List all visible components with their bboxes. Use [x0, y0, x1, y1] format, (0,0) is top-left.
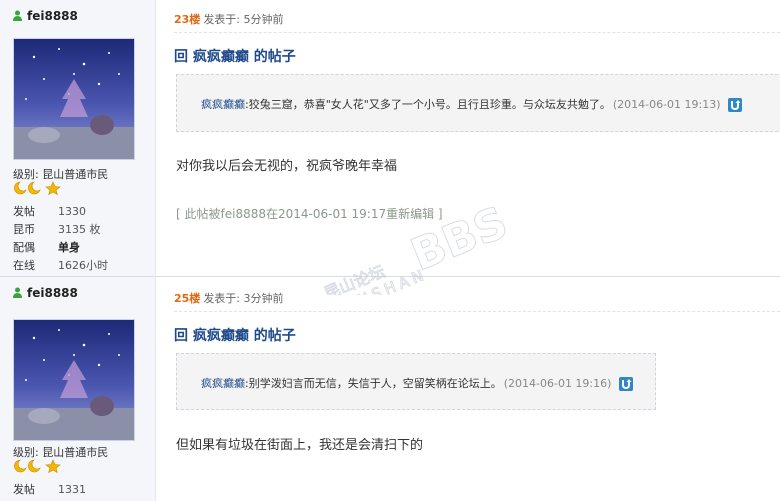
quote-text: :别学泼妇言而无信，失信于人，空留笑柄在论坛上。 [245, 377, 502, 390]
post-floor-25: fei8888 级别: 昆山普通市民 发帖 1331 25楼 发表于: 3分钟前… [0, 276, 780, 501]
username-link[interactable]: fei8888 [13, 286, 78, 300]
post-title: 回 疯疯癫癫 的帖子 [174, 49, 296, 65]
quote-text: :狡兔三窟，恭喜"女人花"又多了一个小号。且行且珍重。与众坛友共勉了。 [245, 98, 611, 111]
user-level: 级别: 昆山普通市民 [13, 446, 109, 459]
stat-row: 昆币 3135 枚 [13, 223, 101, 236]
quote-block: 疯疯癫癫:别学泼妇言而无信，失信于人，空留笑柄在论坛上。 (2014-06-01 … [176, 353, 656, 410]
reply-arrow-icon[interactable] [728, 98, 743, 112]
quote-author[interactable]: 疯疯癫癫 [201, 98, 245, 111]
quote-date: (2014-06-01 19:13) [612, 98, 721, 111]
quote-author[interactable]: 疯疯癫癫 [201, 377, 245, 390]
avatar[interactable] [13, 319, 135, 441]
rank-icons [13, 459, 61, 474]
post-content: 25楼 发表于: 3分钟前 回 疯疯癫癫 的帖子 疯疯癫癫:别学泼妇言而无信，失信… [155, 276, 780, 500]
avatar-image [14, 320, 134, 440]
post-body: 对你我以后会无视的，祝疯爷晚年幸福 [176, 159, 398, 174]
post-meta: 25楼 发表于: 3分钟前 [174, 290, 284, 306]
post-body: 但如果有垃圾在街面上，我还是会清扫下的 [176, 438, 424, 453]
stat-row: 在线 1626小时 [13, 259, 108, 272]
post-content: 23楼 发表于: 5分钟前 回 疯疯癫癫 的帖子 疯疯癫癫:狡兔三窟，恭喜"女人花… [155, 0, 780, 277]
user-stats: 发帖 1331 [13, 481, 148, 499]
username-link[interactable]: fei8888 [13, 9, 78, 23]
rank-icons [13, 181, 61, 196]
stat-row: 发帖 1330 [13, 205, 86, 218]
quote-date: (2014-06-01 19:16) [503, 377, 612, 390]
floor-number[interactable]: 23楼 [174, 13, 200, 26]
post-meta: 23楼 发表于: 5分钟前 [174, 11, 284, 27]
user-stats: 发帖 1330 昆币 3135 枚 配偶 单身 在线 1626小时 [13, 203, 148, 275]
user-sidebar: fei8888 [0, 0, 156, 276]
avatar[interactable] [13, 38, 135, 160]
post-time: 发表于: 3分钟前 [203, 292, 284, 305]
quote-block: 疯疯癫癫:狡兔三窟，恭喜"女人花"又多了一个小号。且行且珍重。与众坛友共勉了。(… [176, 74, 780, 132]
divider [174, 32, 780, 33]
user-level: 级别: 昆山普通市民 [13, 168, 109, 181]
avatar-image [14, 39, 134, 159]
moon-star-rank-icon [14, 459, 61, 474]
user-online-icon [13, 10, 22, 21]
post-time: 发表于: 5分钟前 [203, 13, 284, 26]
floor-number[interactable]: 25楼 [174, 292, 200, 305]
user-online-icon [13, 287, 22, 298]
stat-row: 配偶 单身 [13, 241, 80, 254]
user-sidebar: fei8888 [0, 276, 156, 501]
moon-star-rank-icon [14, 181, 61, 196]
reply-arrow-icon[interactable] [618, 377, 633, 391]
post-floor-23: fei8888 级别: 昆山普通市民 发帖 1330 昆币 3135 枚 配偶 … [0, 0, 780, 277]
divider [174, 311, 780, 312]
edit-note: [ 此帖被fei8888在2014-06-01 19:17重新编辑 ] [176, 207, 443, 221]
post-title: 回 疯疯癫癫 的帖子 [174, 328, 296, 344]
stat-row: 发帖 1331 [13, 483, 86, 496]
